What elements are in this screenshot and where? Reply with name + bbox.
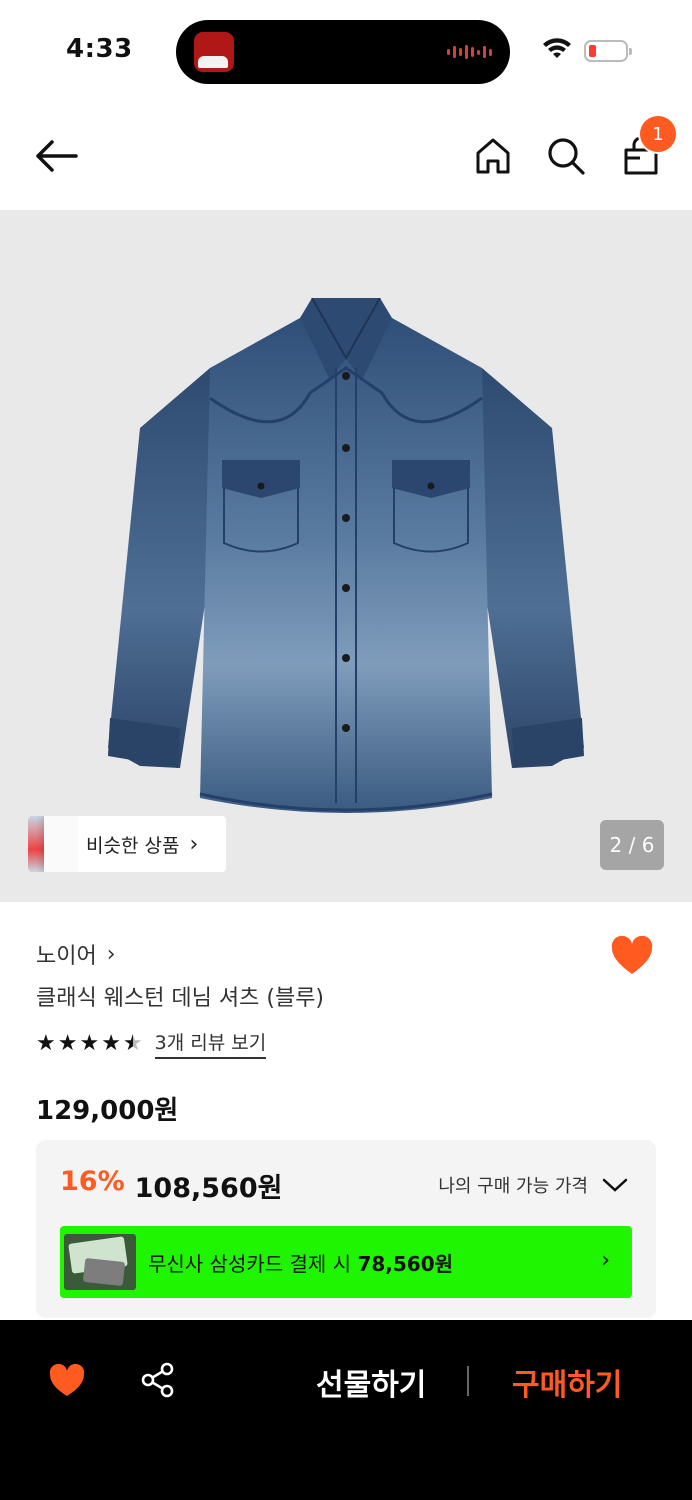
cart-count-badge: 1: [638, 114, 678, 154]
status-bar: 4:33: [0, 0, 692, 100]
audio-waveform-icon: [447, 44, 492, 60]
now-playing-artwork: [194, 32, 234, 72]
like-heart-icon[interactable]: [48, 1364, 86, 1398]
my-price-toggle[interactable]: 나의 구매 가능 가격: [438, 1172, 628, 1198]
price-box: 16% 108,560원 나의 구매 가능 가격 무신사 삼성카드 결제 시 7…: [36, 1140, 656, 1318]
similar-products-button[interactable]: 비슷한 상품 ›: [28, 816, 226, 872]
similar-products-label: 비슷한 상품: [86, 834, 180, 857]
star-icon: ★: [79, 1031, 100, 1056]
discount-percent: 16%: [60, 1166, 125, 1197]
star-icon: ★: [36, 1031, 56, 1056]
discount-price: 16% 108,560원: [60, 1166, 282, 1205]
sale-price: 108,560원: [134, 1173, 283, 1204]
half-star-icon: ★: [122, 1031, 143, 1056]
chevron-down-icon: [602, 1178, 628, 1192]
dynamic-island[interactable]: [176, 20, 510, 84]
rating-row: ★ ★ ★ ★ ★ 3개 리뷰 보기: [36, 1028, 267, 1059]
bottom-action-bar: 선물하기 구매하기: [0, 1320, 692, 1500]
buy-button[interactable]: 구매하기: [512, 1360, 622, 1404]
home-icon[interactable]: [474, 136, 512, 176]
my-price-label: 나의 구매 가능 가격: [438, 1176, 588, 1197]
image-counter: 2 / 6: [600, 820, 664, 870]
brand-link[interactable]: 노이어 ›: [36, 938, 116, 970]
search-icon[interactable]: [546, 136, 586, 176]
card-promo-price: 78,560원: [357, 1251, 454, 1276]
chevron-right-icon: ›: [601, 1248, 610, 1273]
card-promo-banner[interactable]: 무신사 삼성카드 결제 시 78,560원 ›: [60, 1226, 632, 1298]
card-promo-text: 무신사 삼성카드 결제 시 78,560원: [148, 1248, 453, 1277]
original-price: 129,000원: [36, 1096, 179, 1126]
chevron-right-icon: ›: [189, 831, 199, 857]
star-icon: ★: [101, 1031, 121, 1056]
star-rating: ★ ★ ★ ★ ★: [36, 1031, 143, 1056]
wifi-icon: [543, 38, 571, 58]
gift-button[interactable]: 선물하기: [316, 1360, 426, 1404]
similar-products-thumbnails: [28, 816, 78, 872]
share-icon[interactable]: [140, 1362, 176, 1398]
brand-name: 노이어: [36, 944, 97, 969]
reviews-link[interactable]: 3개 리뷰 보기: [154, 1028, 267, 1059]
divider: [467, 1366, 469, 1396]
status-time: 4:33: [66, 34, 133, 64]
card-promo-label: 무신사 삼성카드 결제 시: [148, 1251, 352, 1276]
top-nav: 1: [0, 100, 692, 210]
star-icon: ★: [57, 1031, 78, 1056]
like-heart-icon[interactable]: [610, 936, 654, 976]
product-name: 클래식 웨스턴 데님 셔츠 (블루): [36, 986, 325, 1011]
card-image: [64, 1234, 136, 1290]
battery-icon: [584, 40, 632, 62]
back-arrow-icon[interactable]: [30, 136, 80, 176]
product-image-gallery[interactable]: 비슷한 상품 › 2 / 6: [0, 210, 692, 902]
product-image: [108, 298, 584, 813]
chevron-right-icon: ›: [106, 941, 116, 967]
